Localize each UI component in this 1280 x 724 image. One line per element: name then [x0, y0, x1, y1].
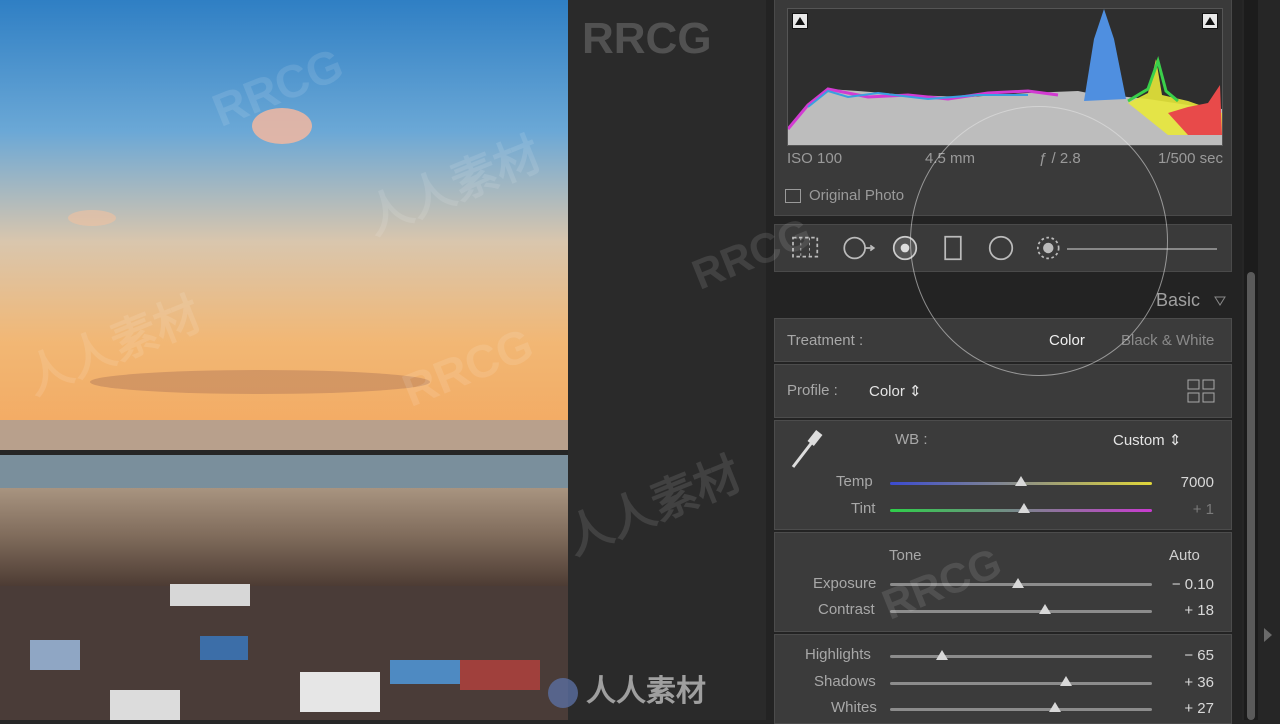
exposure-value[interactable]: − 0.10: [1154, 576, 1214, 593]
canvas-gutter: [568, 0, 766, 720]
wb-dropdown[interactable]: Custom ⇕: [1113, 431, 1181, 449]
contrast-label: Contrast: [818, 601, 875, 618]
panel-expand-arrow-icon[interactable]: [1264, 628, 1272, 642]
scrollbar-thumb[interactable]: [1247, 272, 1255, 720]
collapse-triangle-icon[interactable]: [1214, 295, 1226, 307]
tone-auto-button[interactable]: Auto: [1169, 547, 1200, 564]
histogram-panel: ISO 100 4.5 mm ƒ / 2.8 1/500 sec Origina…: [774, 0, 1232, 216]
highlights-value[interactable]: − 65: [1154, 647, 1214, 664]
tint-label: Tint: [851, 500, 876, 517]
profile-row: Profile : Color ⇕: [774, 364, 1232, 418]
adjustment-brush-icon[interactable]: [1033, 235, 1067, 261]
tint-thumb[interactable]: [1017, 503, 1030, 513]
temp-value[interactable]: 7000: [1154, 474, 1214, 491]
contrast-value[interactable]: + 18: [1154, 602, 1214, 619]
wb-eyedropper-icon[interactable]: [789, 427, 823, 471]
temp-label: Temp: [836, 473, 873, 490]
shadows-value[interactable]: + 36: [1154, 674, 1214, 691]
basic-panel-header[interactable]: Basic: [1156, 290, 1226, 311]
shadows-label: Shadows: [814, 673, 876, 690]
original-photo-label: Original Photo: [809, 187, 905, 204]
tool-strip: [774, 224, 1232, 272]
basic-panel-title: Basic: [1155, 290, 1200, 310]
iso-value: ISO 100: [787, 150, 843, 167]
photo-preview[interactable]: [0, 0, 568, 720]
exposure-thumb[interactable]: [1012, 578, 1025, 588]
whites-thumb[interactable]: [1049, 702, 1062, 712]
whites-value[interactable]: + 27: [1154, 700, 1214, 717]
treatment-row: Treatment : Color Black & White: [774, 318, 1232, 362]
spot-removal-icon[interactable]: [839, 235, 879, 261]
focal-length-value: 4.5 mm: [925, 150, 976, 167]
radial-filter-icon[interactable]: [985, 235, 1017, 261]
panel-scrollbar[interactable]: [1244, 0, 1258, 720]
tone-label: Tone: [889, 547, 922, 564]
graduated-filter-icon[interactable]: [941, 235, 965, 261]
whites-track[interactable]: [890, 708, 1152, 711]
contrast-track[interactable]: [890, 610, 1152, 613]
original-photo-toggle[interactable]: Original Photo: [785, 187, 904, 204]
exposure-label: Exposure: [813, 575, 877, 592]
red-eye-icon[interactable]: [889, 235, 921, 261]
highlights-label: Highlights: [805, 646, 871, 663]
profile-label: Profile :: [787, 382, 838, 399]
shadows-thumb[interactable]: [1059, 676, 1072, 686]
histogram-graph[interactable]: [787, 8, 1223, 146]
histogram-curves: [788, 9, 1222, 145]
treatment-color-button[interactable]: Color: [1049, 332, 1085, 349]
landscape-photo: [0, 0, 568, 720]
profile-browser-grid-icon[interactable]: [1187, 379, 1215, 403]
tint-value[interactable]: + 1: [1154, 501, 1214, 518]
original-photo-checkbox[interactable]: [785, 188, 801, 203]
contrast-thumb[interactable]: [1038, 604, 1051, 614]
whites-label: Whites: [831, 699, 877, 716]
profile-dropdown[interactable]: Color ⇕: [869, 382, 922, 400]
aperture-value: ƒ / 2.8: [1039, 150, 1081, 167]
highlights-thumb[interactable]: [936, 650, 949, 660]
shadows-track[interactable]: [890, 682, 1152, 685]
temp-thumb[interactable]: [1015, 476, 1027, 486]
crop-icon[interactable]: [789, 235, 823, 261]
treatment-label: Treatment :: [787, 332, 864, 349]
highlights-track[interactable]: [890, 655, 1152, 658]
wb-label: WB :: [895, 431, 928, 448]
develop-right-panel: ISO 100 4.5 mm ƒ / 2.8 1/500 sec Origina…: [766, 0, 1242, 724]
treatment-bw-button[interactable]: Black & White: [1121, 332, 1214, 349]
tool-slider-track[interactable]: [1067, 248, 1217, 250]
shutter-value: 1/500 sec: [1157, 150, 1223, 167]
